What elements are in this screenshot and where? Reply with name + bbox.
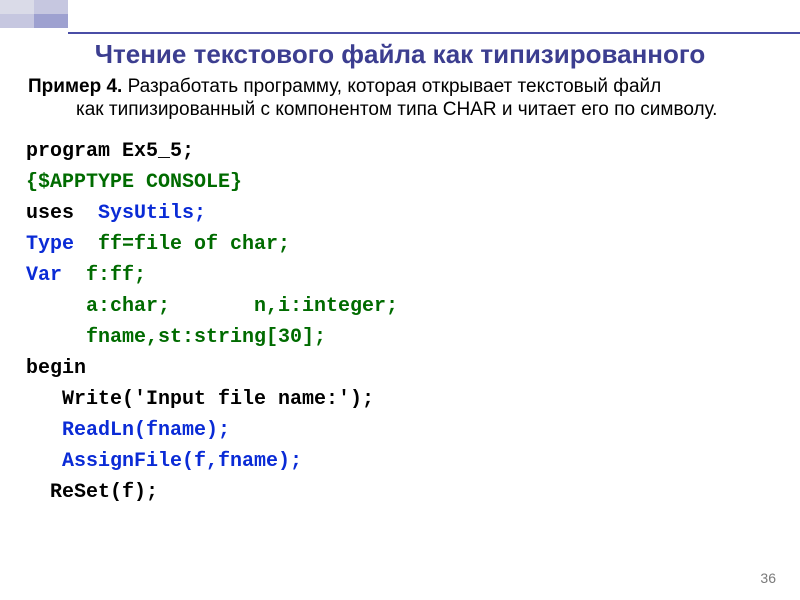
code-line: SysUtils; [98, 202, 206, 225]
code-line: {$APPTYPE CONSOLE} [26, 171, 242, 194]
code-line: Type [26, 233, 98, 256]
code-line: ReadLn(fname); [26, 419, 230, 442]
code-block: program Ex5_5; {$APPTYPE CONSOLE} uses S… [26, 136, 780, 508]
example-paragraph: Пример 4. Разработать программу, которая… [28, 75, 772, 123]
page-number: 36 [760, 570, 776, 586]
example-text-line1: Разработать программу, которая открывает… [122, 76, 661, 97]
code-line: fname,st:string[30]; [26, 326, 326, 349]
decorative-corner [0, 0, 150, 40]
code-line: uses [26, 202, 98, 225]
code-line: Write('Input file name:'); [26, 388, 374, 411]
code-line: ReSet(f); [26, 481, 158, 504]
slide-content: Чтение текстового файла как типизированн… [0, 40, 800, 508]
example-label: Пример 4. [28, 76, 122, 97]
code-line: AssignFile(f,fname); [26, 450, 302, 473]
slide-title: Чтение текстового файла как типизированн… [20, 40, 780, 69]
code-line: a:char; n,i:integer; [26, 295, 398, 318]
code-line: begin [26, 357, 86, 380]
code-line: f:ff; [86, 264, 146, 287]
code-line: ff=file of char; [98, 233, 290, 256]
code-line: Var [26, 264, 86, 287]
code-line: program Ex5_5; [26, 140, 194, 163]
example-text-rest: как типизированный с компонентом типа CH… [28, 98, 772, 122]
